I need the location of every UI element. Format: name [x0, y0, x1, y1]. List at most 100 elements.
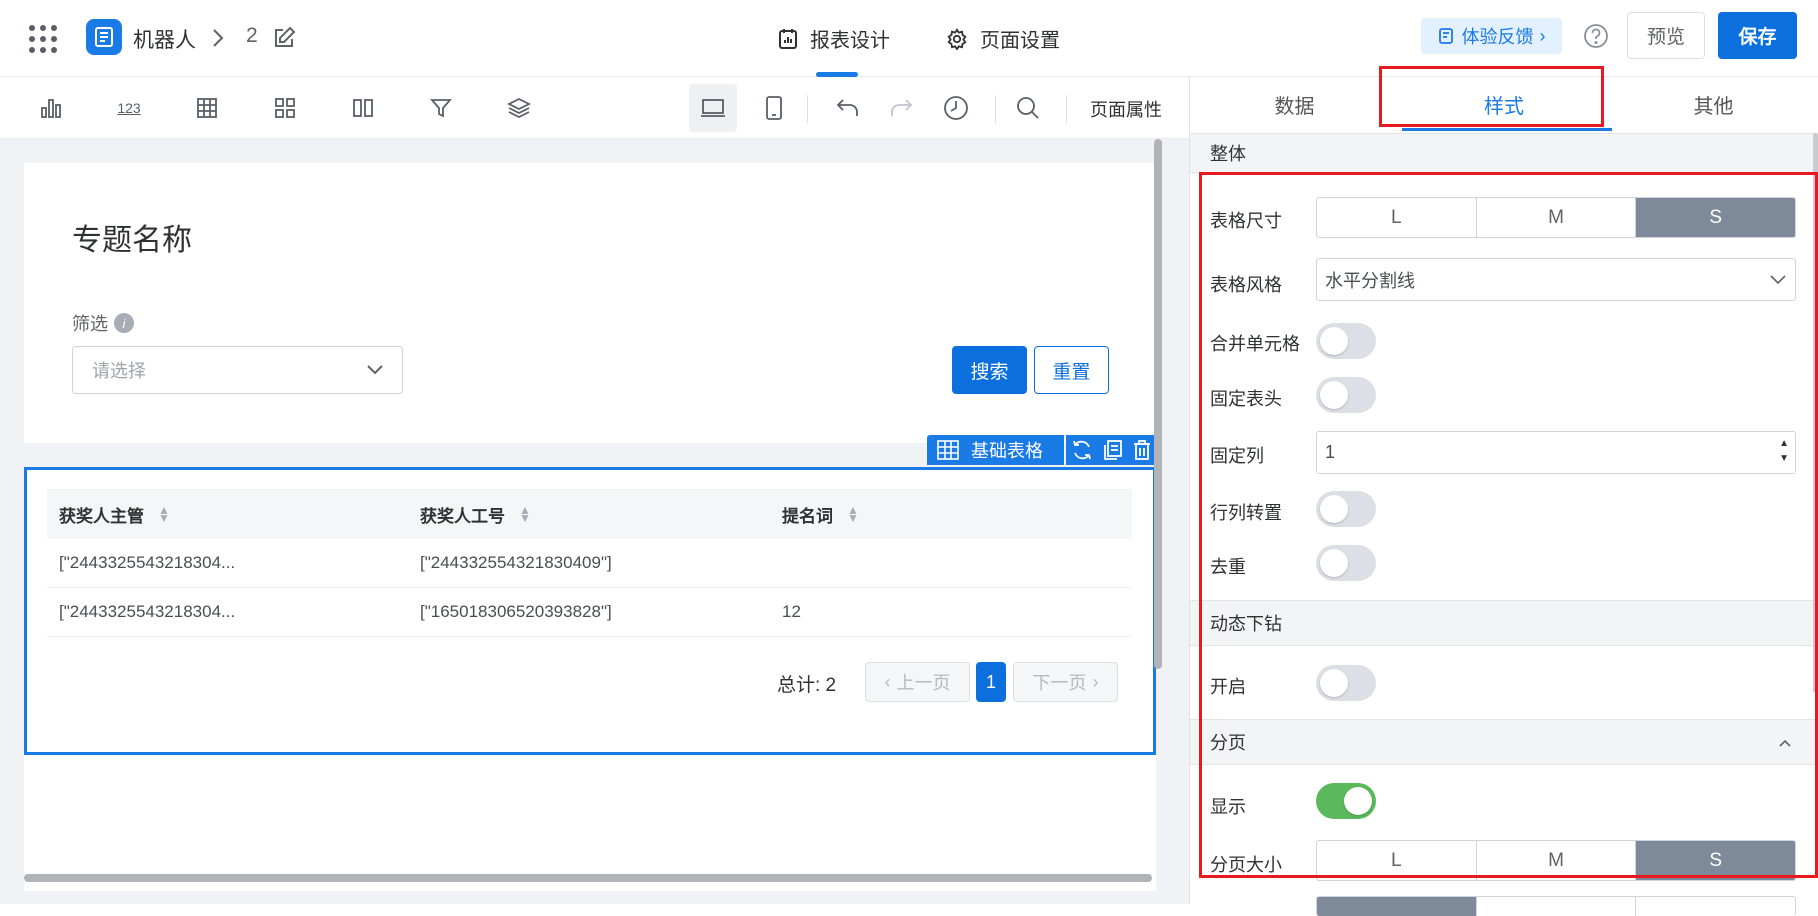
- chevron-left-icon: ‹: [884, 671, 891, 692]
- tab-style[interactable]: 样式: [1399, 77, 1609, 131]
- columns-icon[interactable]: [339, 77, 387, 139]
- table-cell: ["2443325543218304...: [59, 602, 236, 621]
- page-title: 专题名称: [72, 224, 192, 257]
- tab-other[interactable]: 其他: [1609, 77, 1818, 131]
- history-icon[interactable]: [932, 77, 980, 139]
- chevron-right-icon: ›: [1539, 25, 1546, 46]
- column-header-label: 获奖人工号: [420, 506, 505, 526]
- fixed-column-value: 1: [1325, 442, 1336, 462]
- size-option-m[interactable]: M: [1477, 841, 1637, 880]
- table-cell: 12: [782, 602, 801, 621]
- page-properties-button[interactable]: 页面属性: [1090, 96, 1162, 122]
- dedupe-label: 去重: [1210, 557, 1246, 577]
- mobile-icon[interactable]: [750, 77, 798, 139]
- tab-page-settings[interactable]: 页面设置: [946, 0, 1060, 77]
- transpose-label: 行列转置: [1210, 503, 1282, 523]
- column-header[interactable]: 获奖人工号 ▲ ▼: [420, 489, 531, 539]
- app-name[interactable]: 机器人: [133, 24, 196, 54]
- page-number-button[interactable]: 1: [976, 662, 1006, 702]
- fixed-column-label: 固定列: [1210, 446, 1264, 466]
- desktop-icon[interactable]: [689, 84, 737, 132]
- column-header-label: 获奖人主管: [59, 506, 144, 526]
- merge-cells-label: 合并单元格: [1210, 334, 1300, 354]
- apps-grid-icon[interactable]: [28, 24, 58, 59]
- save-button[interactable]: 保存: [1718, 12, 1797, 59]
- table-component[interactable]: 获奖人主管 ▲ ▼ 获奖人工号 ▲ ▼ 提名词 ▲ ▼ ["2443325543218304…: [24, 467, 1156, 891]
- drill-enable-toggle[interactable]: [1316, 665, 1376, 701]
- canvas-vertical-scrollbar[interactable]: [1154, 139, 1162, 669]
- size-option-s[interactable]: S: [1636, 198, 1795, 237]
- edit-icon[interactable]: [272, 26, 296, 55]
- reset-button[interactable]: 重置: [1034, 346, 1109, 394]
- fixed-header-toggle[interactable]: [1316, 377, 1376, 413]
- chevron-up-icon: [1779, 739, 1791, 747]
- filter-select[interactable]: 请选择: [72, 346, 403, 394]
- canvas-horizontal-scrollbar[interactable]: [24, 874, 1152, 882]
- dedupe-toggle[interactable]: [1316, 545, 1376, 581]
- section-overall: 整体: [1190, 133, 1818, 173]
- grid-icon[interactable]: [261, 77, 309, 139]
- number-icon[interactable]: 123: [105, 77, 153, 139]
- fixed-column-input[interactable]: 1 ▲ ▼: [1316, 431, 1796, 474]
- segment-option[interactable]: [1477, 897, 1637, 916]
- tab-report-design-label: 报表设计: [810, 30, 890, 52]
- tab-data[interactable]: 数据: [1190, 77, 1399, 131]
- active-tab-indicator: [1402, 128, 1612, 131]
- paging-show-label: 显示: [1210, 797, 1246, 817]
- column-header[interactable]: 提名词 ▲ ▼: [782, 489, 859, 539]
- drill-enable-label: 开启: [1210, 677, 1246, 697]
- tab-report-design[interactable]: 报表设计: [778, 0, 890, 77]
- table-style-select[interactable]: 水平分割线: [1316, 258, 1796, 301]
- top-header: 机器人 2 报表设计 页面设置 体验反馈 › 预览 保存: [0, 0, 1818, 77]
- section-pagination-label: 分页: [1210, 733, 1246, 753]
- chevron-right-icon: ›: [1092, 671, 1099, 692]
- refresh-icon[interactable]: [1071, 439, 1093, 461]
- undo-icon[interactable]: [824, 77, 872, 139]
- size-option-l[interactable]: L: [1317, 198, 1477, 237]
- layers-icon[interactable]: [495, 77, 543, 139]
- component-label[interactable]: 基础表格: [927, 435, 1064, 465]
- table-row: ["2443325543218304... ["1650183065203938…: [47, 588, 1132, 637]
- toggle-knob: [1320, 669, 1348, 697]
- size-option-s[interactable]: S: [1636, 841, 1795, 880]
- segment-option[interactable]: [1636, 897, 1795, 916]
- help-icon[interactable]: [1583, 23, 1609, 54]
- size-option-m[interactable]: M: [1477, 198, 1637, 237]
- toolbar-divider: [995, 95, 996, 123]
- preview-button[interactable]: 预览: [1627, 12, 1705, 59]
- toggle-knob: [1320, 327, 1348, 355]
- sort-icon[interactable]: ▲ ▼: [519, 504, 531, 524]
- next-page-button[interactable]: 下一页 ›: [1013, 662, 1118, 702]
- section-pagination[interactable]: 分页: [1190, 719, 1818, 765]
- table-size-segmented: L M S: [1316, 197, 1796, 238]
- search-icon[interactable]: [1004, 77, 1052, 139]
- copy-icon[interactable]: [1103, 439, 1123, 461]
- toolbar-divider: [807, 95, 808, 123]
- number-stepper-icon[interactable]: ▲ ▼: [1779, 436, 1789, 466]
- chevron-down-icon: [1770, 275, 1786, 285]
- table-icon[interactable]: [183, 77, 231, 139]
- filter-label-text: 筛选: [72, 314, 108, 334]
- paging-show-toggle[interactable]: [1316, 783, 1376, 819]
- feedback-button[interactable]: 体验反馈 ›: [1421, 18, 1562, 54]
- delete-icon[interactable]: [1133, 439, 1151, 461]
- table-row: ["2443325543218304... ["2443325543218304…: [47, 539, 1132, 588]
- info-icon[interactable]: i: [114, 313, 134, 333]
- tab-page-settings-label: 页面设置: [980, 30, 1060, 52]
- segment-option[interactable]: [1317, 897, 1477, 916]
- fixed-header-label: 固定表头: [1210, 389, 1282, 409]
- filter-icon[interactable]: [417, 77, 465, 139]
- bar-chart-icon[interactable]: [27, 77, 75, 139]
- column-header[interactable]: 获奖人主管 ▲ ▼: [59, 489, 170, 539]
- sort-icon[interactable]: ▲ ▼: [158, 504, 170, 524]
- transpose-toggle[interactable]: [1316, 491, 1376, 527]
- merge-cells-toggle[interactable]: [1316, 323, 1376, 359]
- redo-icon[interactable]: [877, 77, 925, 139]
- size-option-l[interactable]: L: [1317, 841, 1477, 880]
- search-button[interactable]: 搜索: [952, 346, 1027, 394]
- sort-icon[interactable]: ▲ ▼: [847, 504, 859, 524]
- panel-scrollbar[interactable]: [1813, 133, 1818, 693]
- prev-page-button[interactable]: ‹ 上一页: [865, 662, 970, 702]
- report-icon: [779, 28, 797, 49]
- chevron-right-icon: [210, 26, 226, 55]
